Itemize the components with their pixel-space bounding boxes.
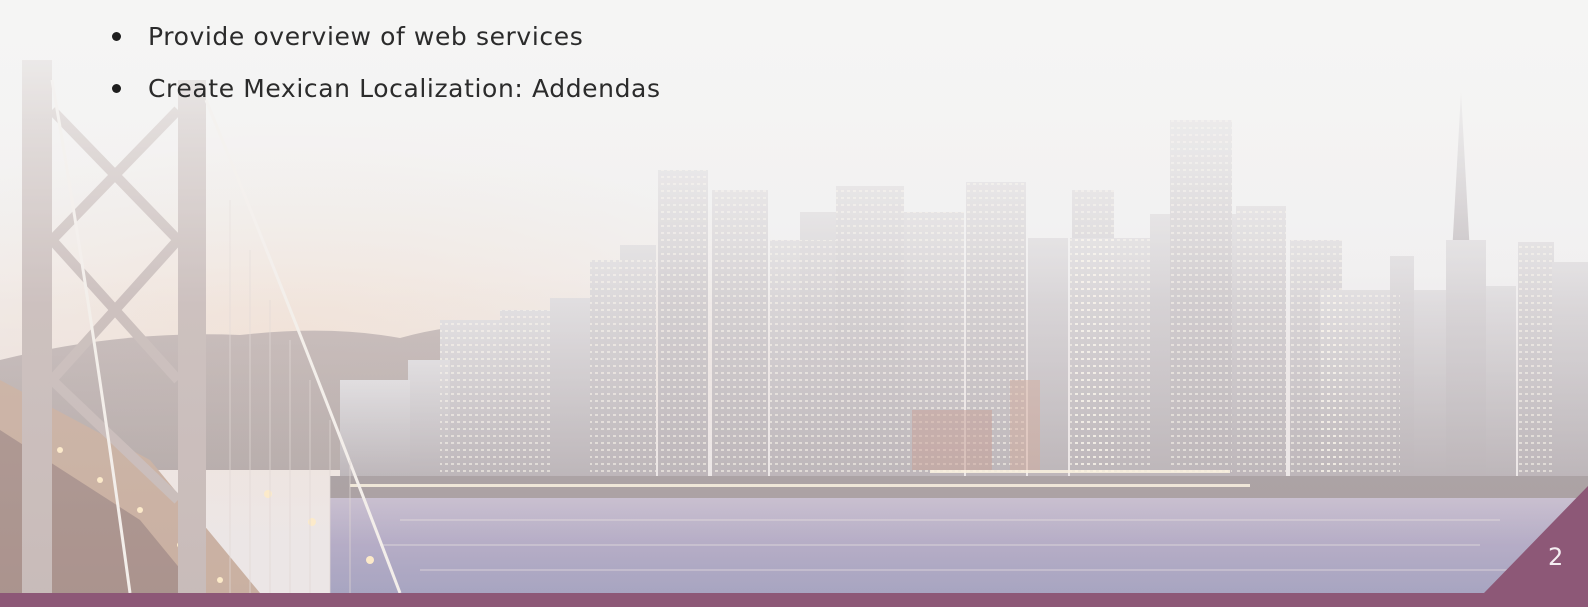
bullet-item: Create Mexican Localization: Addendas [112,68,661,108]
bullet-list: Provide overview of web services Create … [112,16,661,120]
bottom-accent-bar [0,593,1588,607]
page-number: 2 [1548,543,1564,571]
bullet-text: Create Mexican Localization: Addendas [148,73,661,103]
bullet-icon [112,84,121,93]
bullet-item: Provide overview of web services [112,16,661,56]
bullet-icon [112,32,121,41]
slide: Provide overview of web services Create … [0,0,1588,607]
bullet-text: Provide overview of web services [148,21,584,51]
